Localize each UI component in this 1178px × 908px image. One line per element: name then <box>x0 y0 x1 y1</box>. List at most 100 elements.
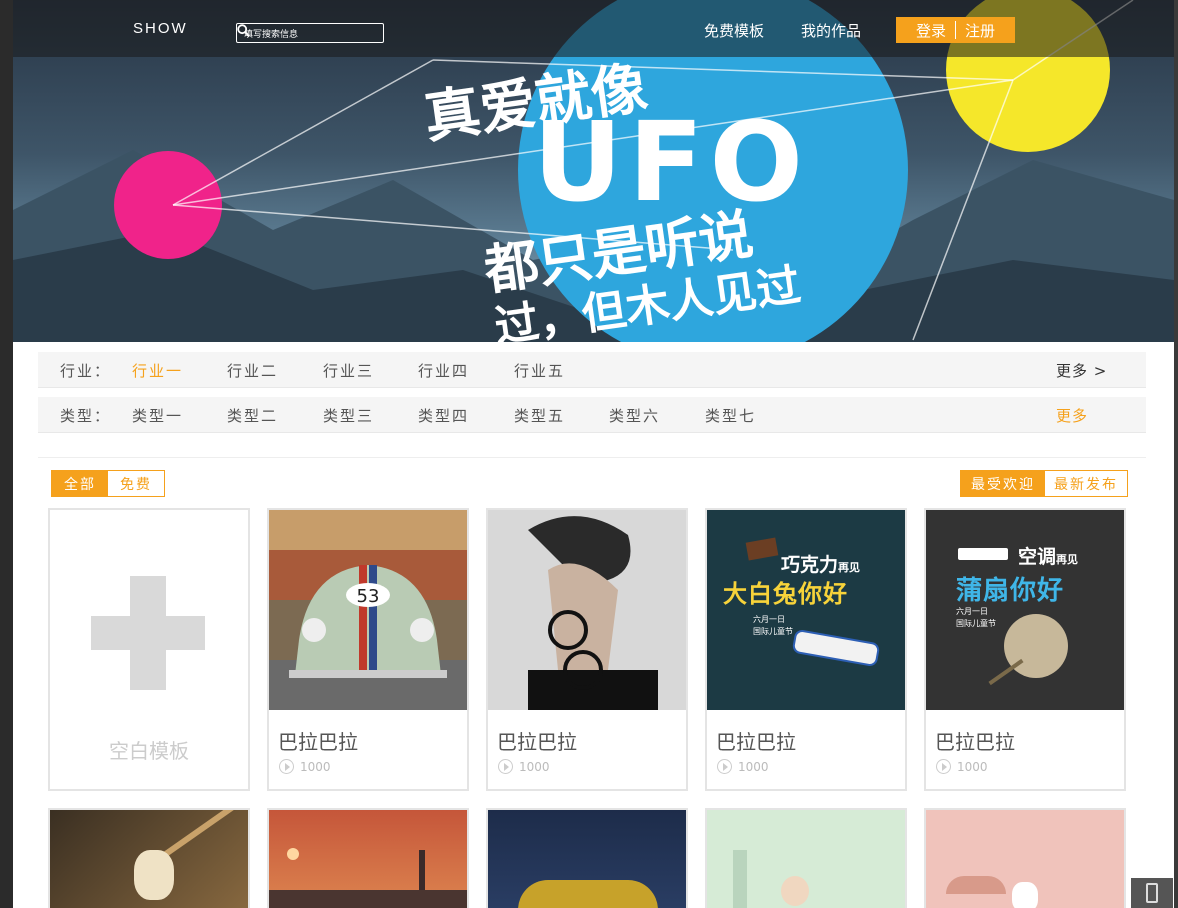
template-views: 1000 <box>717 759 769 774</box>
sort-tabs: 最受欢迎 最新发布 <box>960 470 1128 497</box>
scrollbar[interactable] <box>1174 0 1178 908</box>
tab-all[interactable]: 全部 <box>52 471 108 496</box>
price-tabs: 全部 免费 <box>51 470 165 497</box>
aircon-icon <box>958 548 1008 560</box>
poster-line-3: 六月一日 <box>956 607 988 616</box>
hero-banner[interactable]: 真爱就像 UFO 都只是听说 过，但木人见过 SHOW 填写搜索信息 免费模板 … <box>13 0 1174 342</box>
template-card[interactable]: 53 巴拉巴拉 1000 <box>267 508 469 791</box>
car-shape <box>518 880 658 908</box>
chopsticks-icon <box>159 810 248 860</box>
template-card[interactable]: 空调再见 蒲扇你好 六月一日 国际儿童节 巴拉巴拉 1000 <box>924 508 1126 791</box>
tab-free[interactable]: 免费 <box>108 471 164 496</box>
tab-latest[interactable]: 最新发布 <box>1045 471 1127 496</box>
template-views: 1000 <box>936 759 988 774</box>
template-card[interactable] <box>267 808 469 908</box>
view-count: 1000 <box>957 759 988 774</box>
poster-line-4: 国际儿童节 <box>956 619 996 628</box>
industry-option-5[interactable]: 行业五 <box>514 360 565 381</box>
type-option-1[interactable]: 类型一 <box>132 405 183 426</box>
industry-option-4[interactable]: 行业四 <box>418 360 469 381</box>
character-head <box>781 876 809 906</box>
poster-line-2: 大白兔你好 <box>723 580 848 608</box>
play-icon <box>717 759 732 774</box>
template-card[interactable] <box>705 808 907 908</box>
industry-option-1[interactable]: 行业一 <box>132 360 183 381</box>
umbrella-icon <box>946 876 1006 894</box>
search-placeholder: 填写搜索信息 <box>244 29 299 40</box>
top-navbar: SHOW 填写搜索信息 免费模板 我的作品 登录 注册 <box>13 0 1174 57</box>
auth-divider <box>955 21 956 39</box>
template-thumbnail-illustration <box>707 810 905 908</box>
type-option-3[interactable]: 类型三 <box>323 405 374 426</box>
nav-free-templates[interactable]: 免费模板 <box>704 20 764 41</box>
industry-option-3[interactable]: 行业三 <box>323 360 374 381</box>
search-input[interactable]: 填写搜索信息 <box>236 23 384 43</box>
dumpling-icon <box>134 850 174 900</box>
page: 真爱就像 UFO 都只是听说 过，但木人见过 SHOW 填写搜索信息 免费模板 … <box>13 0 1174 908</box>
poster-line-1: 巧克力再见 <box>781 554 861 576</box>
industry-filter-row: 行业： 行业一 行业二 行业三 行业四 行业五 更多 > <box>38 352 1146 388</box>
poster-line-4: 国际儿童节 <box>753 627 793 636</box>
industry-option-2[interactable]: 行业二 <box>227 360 278 381</box>
type-more-link[interactable]: 更多 <box>1056 405 1088 426</box>
template-card[interactable]: 巴拉巴拉 1000 <box>486 508 688 791</box>
template-title: 巴拉巴拉 <box>497 730 577 754</box>
type-option-4[interactable]: 类型四 <box>418 405 469 426</box>
template-title: 巴拉巴拉 <box>278 730 358 754</box>
template-title: 巴拉巴拉 <box>935 730 1015 754</box>
login-button[interactable]: 登录 <box>916 20 946 41</box>
play-icon <box>498 759 513 774</box>
banner-text: 真爱就像 UFO 都只是听说 过，但木人见过 <box>413 56 933 342</box>
type-option-5[interactable]: 类型五 <box>514 405 565 426</box>
site-logo[interactable]: SHOW <box>133 20 188 37</box>
tab-most-popular[interactable]: 最受欢迎 <box>961 471 1045 496</box>
blank-template-card[interactable]: 空白模板 <box>48 508 250 791</box>
pagoda-icon <box>733 850 747 908</box>
template-title: 巴拉巴拉 <box>716 730 796 754</box>
candy-icon <box>791 628 881 668</box>
poster-line-3: 六月一日 <box>753 615 785 624</box>
template-thumbnail-man <box>488 510 686 710</box>
type-option-6[interactable]: 类型六 <box>609 405 660 426</box>
view-count: 1000 <box>519 759 550 774</box>
register-button[interactable]: 注册 <box>965 20 995 41</box>
skyline <box>269 890 467 908</box>
animal-icon <box>1012 882 1038 908</box>
template-card[interactable] <box>924 808 1126 908</box>
industry-label: 行业： <box>60 362 112 380</box>
poster-line-1: 空调再见 <box>1018 546 1079 568</box>
view-count: 1000 <box>300 759 331 774</box>
poster-line-2: 蒲扇你好 <box>956 576 1065 606</box>
nav-my-works[interactable]: 我的作品 <box>801 20 861 41</box>
mobile-preview-button[interactable] <box>1131 878 1173 908</box>
template-thumbnail-chocolate: 巧克力再见 大白兔你好 六月一日 国际儿童节 <box>707 510 905 710</box>
template-card[interactable]: 巧克力再见 大白兔你好 六月一日 国际儿童节 巴拉巴拉 1000 <box>705 508 907 791</box>
type-label: 类型： <box>60 407 112 425</box>
section-divider <box>38 457 1146 458</box>
template-views: 1000 <box>498 759 550 774</box>
industry-more-link[interactable]: 更多 > <box>1056 360 1107 381</box>
plus-icon-bar <box>91 616 205 650</box>
svg-text:53: 53 <box>357 586 380 607</box>
template-card[interactable] <box>48 808 250 908</box>
type-option-7[interactable]: 类型七 <box>705 405 756 426</box>
template-thumbnail-sunset <box>269 810 467 908</box>
type-option-2[interactable]: 类型二 <box>227 405 278 426</box>
type-filter-row: 类型： 类型一 类型二 类型三 类型四 类型五 类型六 类型七 更多 <box>38 397 1146 433</box>
template-thumbnail-pink <box>926 810 1124 908</box>
template-card[interactable] <box>486 808 688 908</box>
template-thumbnail-night-car <box>488 810 686 908</box>
mobile-icon <box>1146 883 1158 903</box>
template-thumbnail-food <box>50 810 248 908</box>
view-count: 1000 <box>738 759 769 774</box>
blank-template-label: 空白模板 <box>109 739 189 763</box>
auth-box: 登录 注册 <box>896 17 1015 43</box>
template-thumbnail-car: 53 <box>269 510 467 710</box>
sun-icon <box>287 848 299 860</box>
play-icon <box>936 759 951 774</box>
search-icon <box>237 24 250 37</box>
play-icon <box>279 759 294 774</box>
chocolate-icon <box>745 537 779 561</box>
template-views: 1000 <box>279 759 331 774</box>
template-thumbnail-fan: 空调再见 蒲扇你好 六月一日 国际儿童节 <box>926 510 1124 710</box>
